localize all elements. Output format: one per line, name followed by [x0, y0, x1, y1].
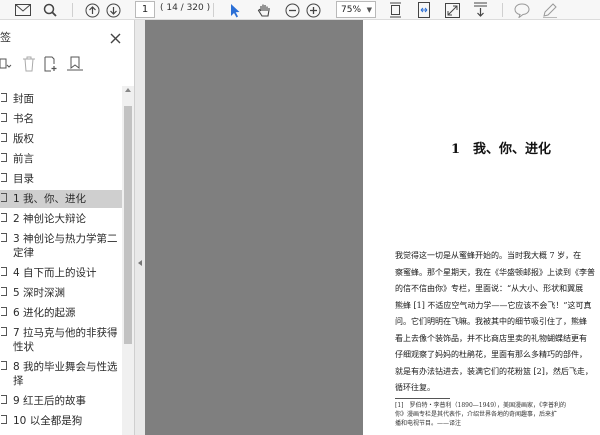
expand-bookmark-icon[interactable] — [66, 56, 84, 76]
bookmark-item[interactable]: 5 深时深渊 — [0, 284, 122, 302]
bookmark-label: 8 我的毕业舞会与性选择 — [13, 361, 118, 387]
page-up-icon[interactable] — [83, 1, 101, 19]
chevron-down-icon: ▼ — [366, 6, 372, 14]
bookmark-label: 2 神创论大辩论 — [13, 213, 87, 225]
mail-icon[interactable] — [12, 1, 34, 19]
document-canvas — [145, 20, 363, 435]
new-bookmark-icon[interactable] — [43, 56, 59, 76]
bookmark-item[interactable]: 书名 — [0, 110, 122, 128]
toolbar-divider — [72, 3, 73, 17]
footnote-line: [1] 罗伯特・李普利（1890—1949），美国漫画家，《李普利的 — [395, 402, 567, 409]
bookmark-item[interactable]: 6 进化的起源 — [0, 304, 122, 322]
bookmark-label: 7 拉马克与他的非获得性状 — [13, 327, 118, 353]
zoom-in-icon[interactable] — [304, 1, 322, 19]
bookmark-label: 目录 — [13, 173, 34, 185]
options-menu-icon[interactable] — [0, 56, 12, 75]
bookmarks-panel: 签 封面书名版权前言目录 1 我、你、进化 2 神创论大辩论 3 神创论与热力学第二定… — [0, 20, 135, 435]
footnote-line: 播和电视节目。——译注 — [395, 420, 462, 427]
scroll-icon[interactable] — [471, 1, 489, 19]
bookmark-item[interactable]: 10 以全都是狗 — [0, 412, 122, 430]
bookmark-icon — [1, 415, 7, 424]
bookmark-icon — [1, 173, 7, 182]
bookmark-label: 6 进化的起源 — [13, 307, 76, 319]
zoom-value: 75% — [341, 4, 362, 15]
footnote-divider — [395, 398, 450, 399]
text-line: 察蜜蜂。那个星期天，我在《华盛顿邮报》上读到《李普 — [395, 267, 595, 277]
footnote-line: 你》漫画专栏是其代表作，介绍世界各地的奇闻趣事，后来扩 — [395, 411, 558, 418]
page-count-label: ( 14 / 320 ) — [160, 3, 211, 13]
bookmark-item[interactable]: 2 神创论大辩论 — [0, 210, 122, 228]
scroll-thumb[interactable] — [124, 106, 132, 344]
bookmark-item[interactable]: 版权 — [0, 130, 122, 148]
bookmark-item[interactable]: 4 自下而上的设计 — [0, 264, 122, 282]
collapse-panel-icon[interactable] — [138, 260, 142, 266]
footnote: [1] 罗伯特・李普利（1890—1949），美国漫画家，《李普利的 你》漫画专栏… — [395, 401, 600, 428]
bookmark-icon — [1, 361, 7, 370]
bookmark-label: 9 红王后的故事 — [13, 395, 87, 407]
text-line: 循环往复。 — [395, 383, 435, 392]
bookmark-label: 书名 — [13, 113, 34, 125]
bookmark-item[interactable]: 7 拉马克与他的非获得性状 — [0, 324, 122, 356]
outline-scrollbar[interactable] — [122, 86, 134, 435]
toolbar-divider — [502, 3, 503, 17]
bookmark-icon — [1, 307, 7, 316]
bookmark-icon — [1, 193, 7, 202]
bookmark-label: 封面 — [13, 93, 34, 105]
page-number-input[interactable]: 1 — [135, 1, 155, 18]
scroll-up-icon[interactable] — [125, 88, 131, 92]
body-text: 我觉得这一切是从蜜蜂开始的。当时我大概 7 岁，在察蜜蜂。那个星期天，我在《华盛… — [395, 248, 600, 397]
fit-width-icon[interactable] — [415, 1, 433, 19]
text-line: 问。它们明明在飞嘛。我被其中的细节吸引住了，熊蜂 — [395, 317, 587, 326]
bookmark-item[interactable]: 前言 — [0, 150, 122, 168]
bookmark-label: 1 我、你、进化 — [13, 193, 87, 205]
text-line: 熊蜂 [1] 不适应空气动力学——它应该不会飞！”这可真 — [395, 300, 592, 310]
bookmark-icon — [1, 133, 7, 142]
delete-icon[interactable] — [22, 56, 36, 76]
text-line: 的信不信由你》专栏，里面说：“从大小、形状和翼展 — [395, 284, 584, 293]
bookmark-icon — [1, 113, 7, 122]
toolbar: 1 ( 14 / 320 ) 75% ▼ — [0, 0, 600, 20]
bookmark-icon — [1, 287, 7, 296]
bookmark-item[interactable]: 3 神创论与热力学第二定律 — [0, 230, 122, 262]
fullscreen-icon[interactable] — [443, 1, 461, 19]
text-line: 仔细观察了妈妈的杜鹃花，里面有那么多精巧的部件， — [395, 350, 587, 359]
bookmark-icon — [1, 267, 7, 276]
bookmark-icon — [1, 233, 7, 242]
bookmark-icon — [1, 213, 7, 222]
bookmark-label: 5 深时深渊 — [13, 287, 66, 299]
bookmark-icon — [1, 93, 7, 102]
search-icon[interactable] — [40, 1, 60, 19]
bookmark-label: 前言 — [13, 153, 34, 165]
hand-icon[interactable] — [254, 1, 274, 19]
text-line: 我觉得这一切是从蜜蜂开始的。当时我大概 7 岁，在 — [395, 251, 582, 260]
select-arrow-icon[interactable] — [226, 1, 244, 19]
text-line: 看上去像个装饰品，并不比商店里卖的礼物蝴蝶结更有 — [395, 333, 587, 343]
bookmark-label: 版权 — [13, 133, 34, 145]
bookmark-icon — [1, 153, 7, 162]
bookmark-label: 10 以全都是狗 — [13, 415, 83, 427]
comment-icon[interactable] — [512, 1, 532, 19]
bookmark-item[interactable]: 封面 — [0, 90, 122, 108]
bookmark-icon — [1, 327, 7, 336]
bookmark-item[interactable]: 8 我的毕业舞会与性选择 — [0, 358, 122, 390]
pen-icon[interactable] — [540, 1, 560, 19]
bookmark-item[interactable]: 9 红王后的故事 — [0, 392, 122, 410]
bookmark-label: 4 自下而上的设计 — [13, 267, 97, 279]
bookmark-item[interactable]: 1 我、你、进化 — [0, 190, 122, 208]
chapter-title: 1 我、你、进化 — [451, 142, 552, 157]
toolbar-divider — [213, 3, 214, 17]
bookmark-label: 3 神创论与热力学第二定律 — [13, 233, 118, 259]
panel-title: 签 — [0, 31, 11, 44]
fit-page-icon[interactable] — [386, 1, 404, 19]
bookmark-item[interactable]: 目录 — [0, 170, 122, 188]
page-down-icon[interactable] — [104, 1, 122, 19]
zoom-select[interactable]: 75% ▼ — [336, 1, 376, 18]
close-icon[interactable] — [110, 29, 121, 48]
bookmark-icon — [1, 395, 7, 404]
panel-splitter[interactable] — [135, 20, 145, 435]
panel-toolbar — [0, 56, 135, 78]
document-page: 1 我、你、进化 我觉得这一切是从蜜蜂开始的。当时我大概 7 岁，在察蜜蜂。那个… — [363, 20, 600, 435]
zoom-out-icon[interactable] — [283, 1, 301, 19]
text-line: 就是有办法钻进去，装满它们的花粉篮 [2]，然后飞走， — [395, 366, 593, 376]
